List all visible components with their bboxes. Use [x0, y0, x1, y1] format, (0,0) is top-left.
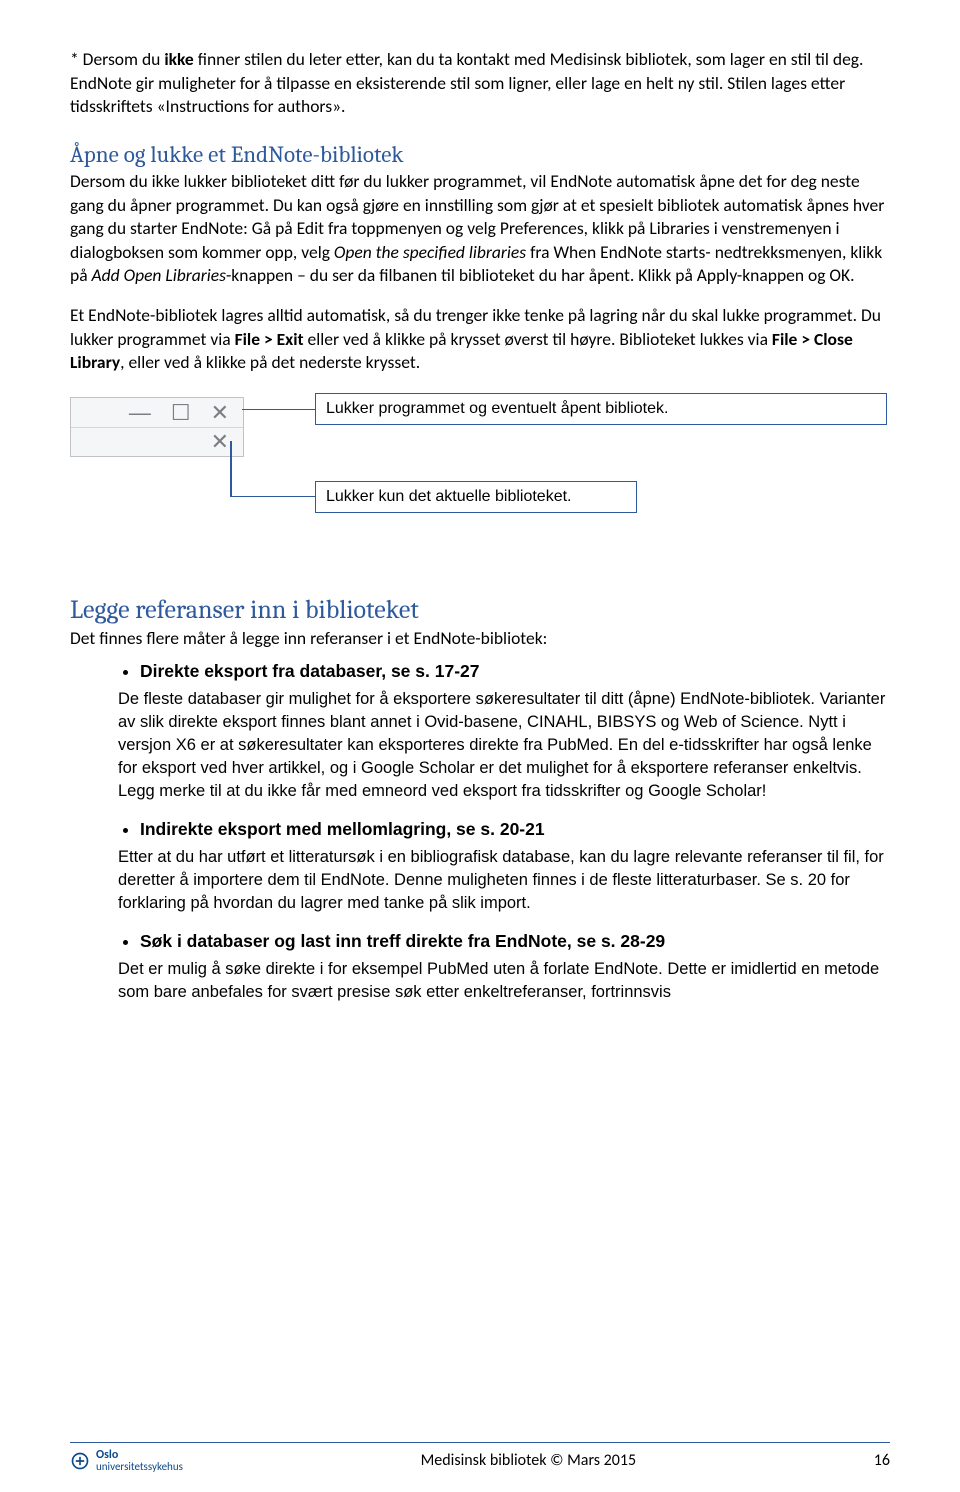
topic-list: Søk i databaser og last inn treff direkt… — [70, 931, 890, 952]
intro-paragraph: * Dersom du ikke finner stilen du leter … — [70, 48, 890, 119]
window-control-row-bottom: ✕ — [71, 428, 243, 456]
add-refs-lead: Det finnes flere måter å legge inn refer… — [70, 627, 890, 651]
footer-rule — [70, 1442, 890, 1443]
close-icon: ✕ — [211, 429, 229, 455]
footer-org-line2: universitetssykehus — [96, 1461, 183, 1472]
callout-close-library: Lukker kun det aktuelle biblioteket. — [315, 481, 637, 513]
text-italic: Add Open Libraries — [92, 264, 226, 286]
window-controls-figure: — ☐ ✕ ✕ Lukker programmet og eventuelt å… — [70, 391, 890, 561]
close-icon: ✕ — [211, 400, 229, 426]
text: * Dersom du — [70, 48, 164, 70]
connector-line — [230, 441, 232, 497]
topic-indirect-export: Indirekte eksport med mellomlagring, se … — [140, 819, 890, 840]
footer-logo-text: Oslo universitetssykehus — [96, 1449, 183, 1472]
topic-direct-export-body: De fleste databaser gir mulighet for å e… — [70, 688, 890, 803]
text: -knappen – du ser da filbanen til biblio… — [226, 264, 855, 286]
text-bold: ikke — [164, 48, 193, 70]
page-footer: Oslo universitetssykehus Medisinsk bibli… — [70, 1442, 890, 1472]
topic-search-databases-body: Det er mulig å søke direkte i for eksemp… — [70, 958, 890, 1004]
topic-indirect-export-body: Etter at du har utført et litteratursøk … — [70, 846, 890, 915]
hospital-logo-icon — [70, 1451, 90, 1471]
topic-list: Indirekte eksport med mellomlagring, se … — [70, 819, 890, 840]
heading-open-close: Åpne og lukke et EndNote-bibliotek — [70, 141, 890, 168]
text: , eller ved å klikke på det nederste kry… — [120, 351, 420, 373]
minimize-icon: — — [129, 400, 151, 426]
footer-center-text: Medisinsk bibliotek © Mars 2015 — [421, 1451, 636, 1470]
document-page: * Dersom du ikke finner stilen du leter … — [0, 0, 960, 1492]
heading-add-refs: Legge referanser inn i biblioteket — [70, 595, 890, 625]
footer-logo: Oslo universitetssykehus — [70, 1449, 183, 1472]
footer-row: Oslo universitetssykehus Medisinsk bibli… — [70, 1449, 890, 1472]
text-italic: Open the specified libraries — [334, 241, 526, 263]
callout-close-program: Lukker programmet og eventuelt åpent bib… — [315, 393, 887, 425]
connector-line — [230, 496, 315, 498]
text-bold: File > Exit — [235, 328, 304, 350]
text: eller ved å klikke på krysset øverst til… — [304, 328, 772, 350]
topic-direct-export: Direkte eksport fra databaser, se s. 17-… — [140, 661, 890, 682]
open-close-paragraph-1: Dersom du ikke lukker biblioteket ditt f… — [70, 170, 890, 288]
maximize-icon: ☐ — [171, 400, 191, 426]
window-control-illustration: — ☐ ✕ ✕ — [70, 397, 244, 457]
connector-line — [242, 409, 315, 411]
footer-page-number: 16 — [874, 1451, 890, 1470]
open-close-paragraph-2: Et EndNote-bibliotek lagres alltid autom… — [70, 304, 890, 375]
topic-list: Direkte eksport fra databaser, se s. 17-… — [70, 661, 890, 682]
topic-search-databases: Søk i databaser og last inn treff direkt… — [140, 931, 890, 952]
window-control-row-top: — ☐ ✕ — [71, 398, 243, 428]
